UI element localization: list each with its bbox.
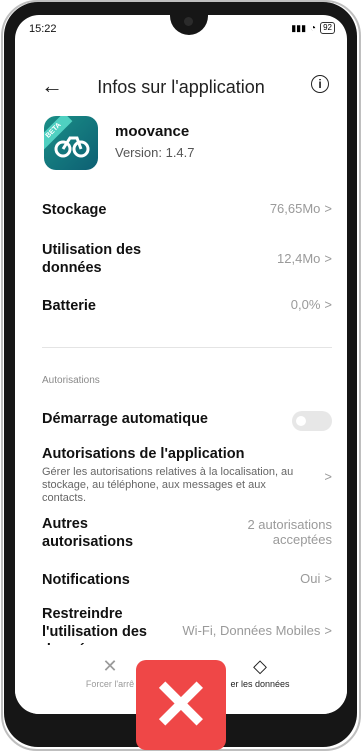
storage-row[interactable]: Stockage 76,65Mo > <box>42 201 332 219</box>
chevron-right-icon: > <box>324 297 332 312</box>
wifi-icon: ◔ <box>310 22 317 34</box>
autostart-label: Démarrage automatique <box>42 411 208 427</box>
status-bar: 15:22 ▮▮▮ ◔ 92 <box>15 15 347 45</box>
header: ← Infos sur l'application i <box>15 67 347 107</box>
info-icon[interactable]: i <box>311 75 329 93</box>
other-permissions-value-2: acceptées <box>272 532 332 547</box>
storage-value: 76,65Mo <box>269 201 321 216</box>
app-permissions-chevron-wrap: > <box>320 469 332 484</box>
battery-label: Batterie <box>42 298 96 314</box>
battery-value: 0,0% <box>290 297 321 312</box>
chevron-right-icon: > <box>324 251 332 266</box>
battery-row[interactable]: Batterie 0,0% > <box>42 297 332 315</box>
force-stop-button[interactable]: ✕ Forcer l'arrê <box>75 657 145 689</box>
other-permissions-value-1: 2 autorisations <box>247 517 332 532</box>
signal-icon: ▮▮▮ <box>291 22 307 33</box>
chevron-right-icon: > <box>324 469 332 484</box>
app-permissions-desc: Gérer les autorisations relatives à la l… <box>42 466 294 504</box>
autostart-row[interactable]: Démarrage automatique <box>42 410 332 431</box>
battery-icon: 92 <box>320 22 335 34</box>
status-icons: ▮▮▮ ◔ 92 <box>291 22 335 34</box>
app-permissions-label: Autorisations de l'application <box>42 446 245 462</box>
notifications-value: Oui <box>300 571 321 586</box>
data-usage-value: 12,4Mo <box>277 251 321 266</box>
page-title: Infos sur l'application <box>97 77 265 97</box>
status-time: 15:22 <box>29 23 57 35</box>
close-overlay-button[interactable]: ✕ <box>136 660 226 750</box>
notifications-value-wrap: Oui > <box>300 571 332 586</box>
restrict-value: Wi-Fi, Données Mobiles <box>182 623 321 638</box>
data-usage-value-wrap: 12,4Mo > <box>277 251 332 266</box>
app-icon: BETA <box>44 116 98 170</box>
restrict-label-1: Restreindre <box>42 606 123 622</box>
restrict-value-wrap: Wi-Fi, Données Mobiles > <box>182 623 332 638</box>
app-permissions-row[interactable]: Autorisations de l'application Gérer les… <box>42 445 332 505</box>
chevron-right-icon: > <box>324 571 332 586</box>
screen: 15:22 ▮▮▮ ◔ 92 ← Infos sur l'application… <box>15 15 347 714</box>
close-icon: ✕ <box>102 656 118 676</box>
app-version: Version: 1.4.7 <box>115 145 195 160</box>
battery-value-wrap: 0,0% > <box>291 297 332 312</box>
storage-value-wrap: 76,65Mo > <box>270 201 332 216</box>
chevron-right-icon: > <box>324 201 332 216</box>
clear-data-label: er les données <box>230 679 290 689</box>
data-usage-row[interactable]: Utilisation des données 12,4Mo > <box>42 241 332 277</box>
chevron-right-icon: > <box>324 623 332 638</box>
toggle-knob <box>296 416 306 426</box>
divider <box>42 347 332 348</box>
other-permissions-row[interactable]: Autres autorisations 2 autorisations acc… <box>42 515 332 551</box>
other-permissions-value-wrap: 2 autorisations acceptées <box>247 517 332 547</box>
eraser-icon: ◇ <box>253 656 267 676</box>
section-permissions: Autorisations <box>42 375 100 386</box>
clear-data-button[interactable]: ◇ er les données <box>215 657 305 689</box>
app-name: moovance <box>115 123 190 140</box>
force-stop-label: Forcer l'arrê <box>85 679 135 689</box>
notifications-label: Notifications <box>42 572 130 588</box>
notifications-row[interactable]: Notifications Oui > <box>42 571 332 589</box>
autostart-toggle[interactable] <box>292 411 332 431</box>
bike-icon <box>54 136 90 158</box>
